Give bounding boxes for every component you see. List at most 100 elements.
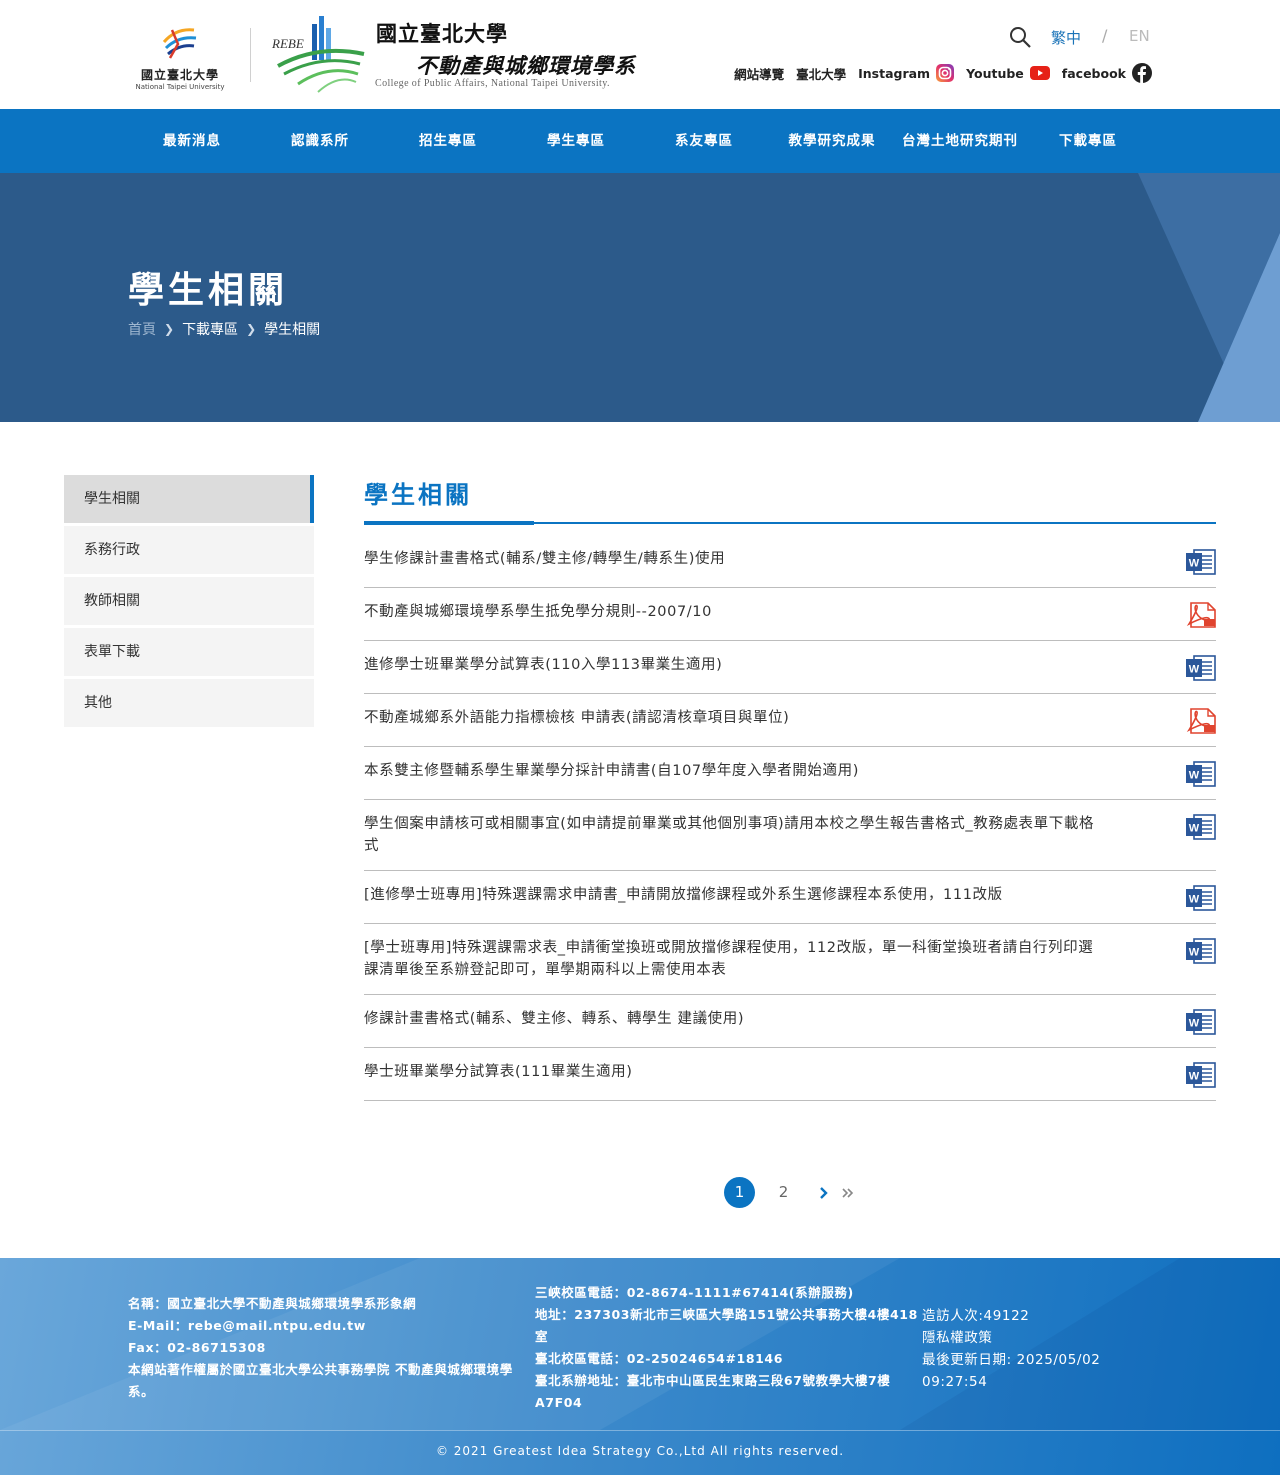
file-row[interactable]: 學士班畢業學分試算表(111畢業生適用) W (364, 1048, 1216, 1101)
word-icon[interactable]: W (1186, 1009, 1216, 1035)
rebe-logo-icon[interactable]: REBE (268, 14, 368, 94)
nav-downloads[interactable]: 下載專區 (1024, 109, 1152, 173)
file-row[interactable]: 學生修課計畫書格式(輔系/雙主修/轉學生/轉系生)使用 W (364, 535, 1216, 588)
page-banner: 學生相關 首頁 ❯ 下載專區 ❯ 學生相關 (0, 173, 1280, 422)
footer-address: 三峽校區電話：02-8674-1111#67414(系辦服務) 地址：23730… (535, 1282, 925, 1414)
top-links: 網站導覽 臺北大學 Instagram Youtube facebook (734, 63, 1152, 83)
pdf-icon[interactable] (1186, 708, 1216, 734)
search-icon[interactable] (1008, 25, 1032, 49)
file-name[interactable]: 修課計畫書格式(輔系、雙主修、轉系、轉學生 建議使用) (364, 1008, 1106, 1030)
file-row[interactable]: 不動產與城鄉環境學系學生抵免學分規則--2007/10 (364, 588, 1216, 641)
breadcrumb-current[interactable]: 學生相關 (264, 319, 320, 339)
word-icon[interactable]: W (1186, 1062, 1216, 1088)
main-content: 學生相關 學生修課計畫書格式(輔系/雙主修/轉學生/轉系生)使用 W 不動產與城鄉環… (364, 475, 1216, 1101)
file-name[interactable]: 不動產城鄉系外語能力指標檢核 申請表(請認清核章項目與單位) (364, 707, 1106, 729)
file-name[interactable]: 學生修課計畫書格式(輔系/雙主修/轉學生/轉系生)使用 (364, 548, 1106, 570)
sidebar-item-teachers[interactable]: 教師相關 (64, 577, 314, 625)
word-icon[interactable]: W (1186, 761, 1216, 787)
sidebar-item-other[interactable]: 其他 (64, 679, 314, 727)
file-row[interactable]: 本系雙主修暨輔系學生畢業學分採計申請書(自107學年度入學者開始適用) W (364, 747, 1216, 800)
footer-divider (0, 1430, 1280, 1431)
nav-about[interactable]: 認識系所 (256, 109, 384, 173)
chevron-right-icon (820, 1186, 828, 1199)
nav-admission[interactable]: 招生專區 (384, 109, 512, 173)
page-1-button[interactable]: 1 (724, 1177, 755, 1208)
sidebar: 學生相關 系務行政 教師相關 表單下載 其他 (64, 475, 314, 730)
last-page-button[interactable] (836, 1177, 860, 1208)
dept-en-name: College of Public Affairs, National Taip… (375, 78, 610, 89)
youtube-link[interactable]: Youtube (966, 66, 1050, 81)
youtube-label: Youtube (966, 65, 1024, 81)
breadcrumb-downloads[interactable]: 下載專區 (182, 319, 238, 339)
svg-text:W: W (1189, 770, 1200, 782)
footer-sanxia-phone: 三峽校區電話：02-8674-1111#67414(系辦服務) (535, 1285, 854, 1300)
footer-taipei-phone: 臺北校區電話：02-25024654#18146 (535, 1351, 784, 1366)
sitemap-link[interactable]: 網站導覽 (734, 64, 784, 83)
footer-contact: 名稱：國立臺北大學不動產與城鄉環境學系形象網 E-Mail：rebe@mail.… (128, 1293, 528, 1403)
ntpu-logo[interactable]: 國立臺北大學 National Taipei University (126, 24, 234, 94)
footer-site-name: 名稱：國立臺北大學不動產與城鄉環境學系形象網 (128, 1296, 417, 1311)
svg-text:W: W (1189, 894, 1200, 906)
lang-zh-link[interactable]: 繁中 (1051, 27, 1081, 48)
file-name[interactable]: 學士班畢業學分試算表(111畢業生適用) (364, 1061, 1106, 1083)
instagram-label: Instagram (858, 65, 931, 81)
sidebar-item-admin[interactable]: 系務行政 (64, 526, 314, 574)
instagram-link[interactable]: Instagram (858, 64, 955, 82)
footer-sanxia-address: 地址：237303新北市三峽區大學路151號公共事務大樓4樓418室 (535, 1307, 918, 1344)
word-icon[interactable]: W (1186, 885, 1216, 911)
file-name[interactable]: 本系雙主修暨輔系學生畢業學分採計申請書(自107學年度入學者開始適用) (364, 760, 1106, 782)
footer-meta: 造訪人次:49122 隱私權政策 最後更新日期: 2025/05/02 09:2… (922, 1305, 1142, 1393)
rebe-label: REBE (271, 36, 304, 51)
word-icon[interactable]: W (1186, 938, 1216, 964)
file-name[interactable]: 學生個案申請核可或相關事宜(如申請提前畢業或其他個別事項)請用本校之學生報告書格… (364, 813, 1106, 857)
file-row[interactable]: 進修學士班畢業學分試算表(110入學113畢業生適用) W (364, 641, 1216, 694)
page-2-button[interactable]: 2 (768, 1177, 799, 1208)
file-row[interactable]: 不動產城鄉系外語能力指標檢核 申請表(請認清核章項目與單位) (364, 694, 1216, 747)
footer-copyright-owner: 本網站著作權屬於國立臺北大學公共事務學院 不動產與城鄉環境學系。 (128, 1362, 513, 1399)
word-icon[interactable]: W (1186, 549, 1216, 575)
facebook-label: facebook (1061, 65, 1126, 81)
file-row[interactable]: [進修學士班專用]特殊選課需求申請書_申請開放擋修課程或外系生選修課程本系使用，… (364, 871, 1216, 924)
file-row[interactable]: [學士班專用]特殊選課需求表_申請衝堂換班或開放擋修課程使用，112改版，單一科… (364, 924, 1216, 995)
dept-name-line1: 國立臺北大學 (376, 21, 508, 46)
svg-text:W: W (1189, 1071, 1200, 1083)
chevron-right-icon: ❯ (246, 322, 257, 336)
file-name[interactable]: [進修學士班專用]特殊選課需求申請書_申請開放擋修課程或外系生選修課程本系使用，… (364, 884, 1106, 906)
nav-research[interactable]: 教學研究成果 (768, 109, 896, 173)
breadcrumb-home[interactable]: 首頁 (128, 319, 156, 339)
lang-en-link[interactable]: EN (1129, 27, 1150, 45)
sidebar-item-students[interactable]: 學生相關 (64, 475, 314, 523)
nav-alumni[interactable]: 系友專區 (640, 109, 768, 173)
footer-taipei-address: 臺北系辦地址：臺北市中山區民生東路三段67號教學大樓7樓A7F04 (535, 1373, 891, 1410)
sidebar-item-forms[interactable]: 表單下載 (64, 628, 314, 676)
word-icon[interactable]: W (1186, 655, 1216, 681)
nav-students[interactable]: 學生專區 (512, 109, 640, 173)
copyright: © 2021 Greatest Idea Strategy Co.,Ltd Al… (435, 1444, 845, 1458)
file-name[interactable]: 不動產與城鄉環境學系學生抵免學分規則--2007/10 (364, 601, 1106, 623)
file-name[interactable]: 進修學士班畢業學分試算表(110入學113畢業生適用) (364, 654, 1106, 676)
file-list: 學生修課計畫書格式(輔系/雙主修/轉學生/轉系生)使用 W 不動產與城鄉環境學系學生… (364, 535, 1216, 1101)
ntpu-name: 國立臺北大學 (140, 68, 219, 82)
banner-title: 學生相關 (128, 270, 289, 311)
nav-journal[interactable]: 台灣土地研究期刊 (896, 109, 1024, 173)
facebook-link[interactable]: facebook (1062, 63, 1152, 83)
pdf-icon[interactable] (1186, 602, 1216, 628)
facebook-icon (1132, 63, 1152, 83)
footer-email[interactable]: E-Mail：rebe@mail.ntpu.edu.tw (128, 1315, 528, 1337)
ntpu-link[interactable]: 臺北大學 (796, 64, 846, 83)
file-row[interactable]: 學生個案申請核可或相關事宜(如申請提前畢業或其他個別事項)請用本校之學生報告書格… (364, 800, 1216, 871)
lang-separator: / (1102, 26, 1108, 45)
next-page-button[interactable] (812, 1177, 836, 1208)
nav-news[interactable]: 最新消息 (128, 109, 256, 173)
visitor-count: 造訪人次:49122 (922, 1308, 1030, 1324)
youtube-icon (1029, 66, 1050, 80)
word-icon[interactable]: W (1186, 814, 1216, 840)
file-row[interactable]: 修課計畫書格式(輔系、雙主修、轉系、轉學生 建議使用) W (364, 995, 1216, 1048)
privacy-policy-link[interactable]: 隱私權政策 (922, 1327, 1142, 1349)
double-chevron-right-icon (842, 1187, 854, 1198)
svg-text:W: W (1189, 558, 1200, 570)
file-name[interactable]: [學士班專用]特殊選課需求表_申請衝堂換班或開放擋修課程使用，112改版，單一科… (364, 937, 1106, 981)
chevron-right-icon: ❯ (164, 322, 175, 336)
footer-fax: Fax：02-86715308 (128, 1340, 266, 1355)
page-title: 學生相關 (364, 481, 472, 509)
